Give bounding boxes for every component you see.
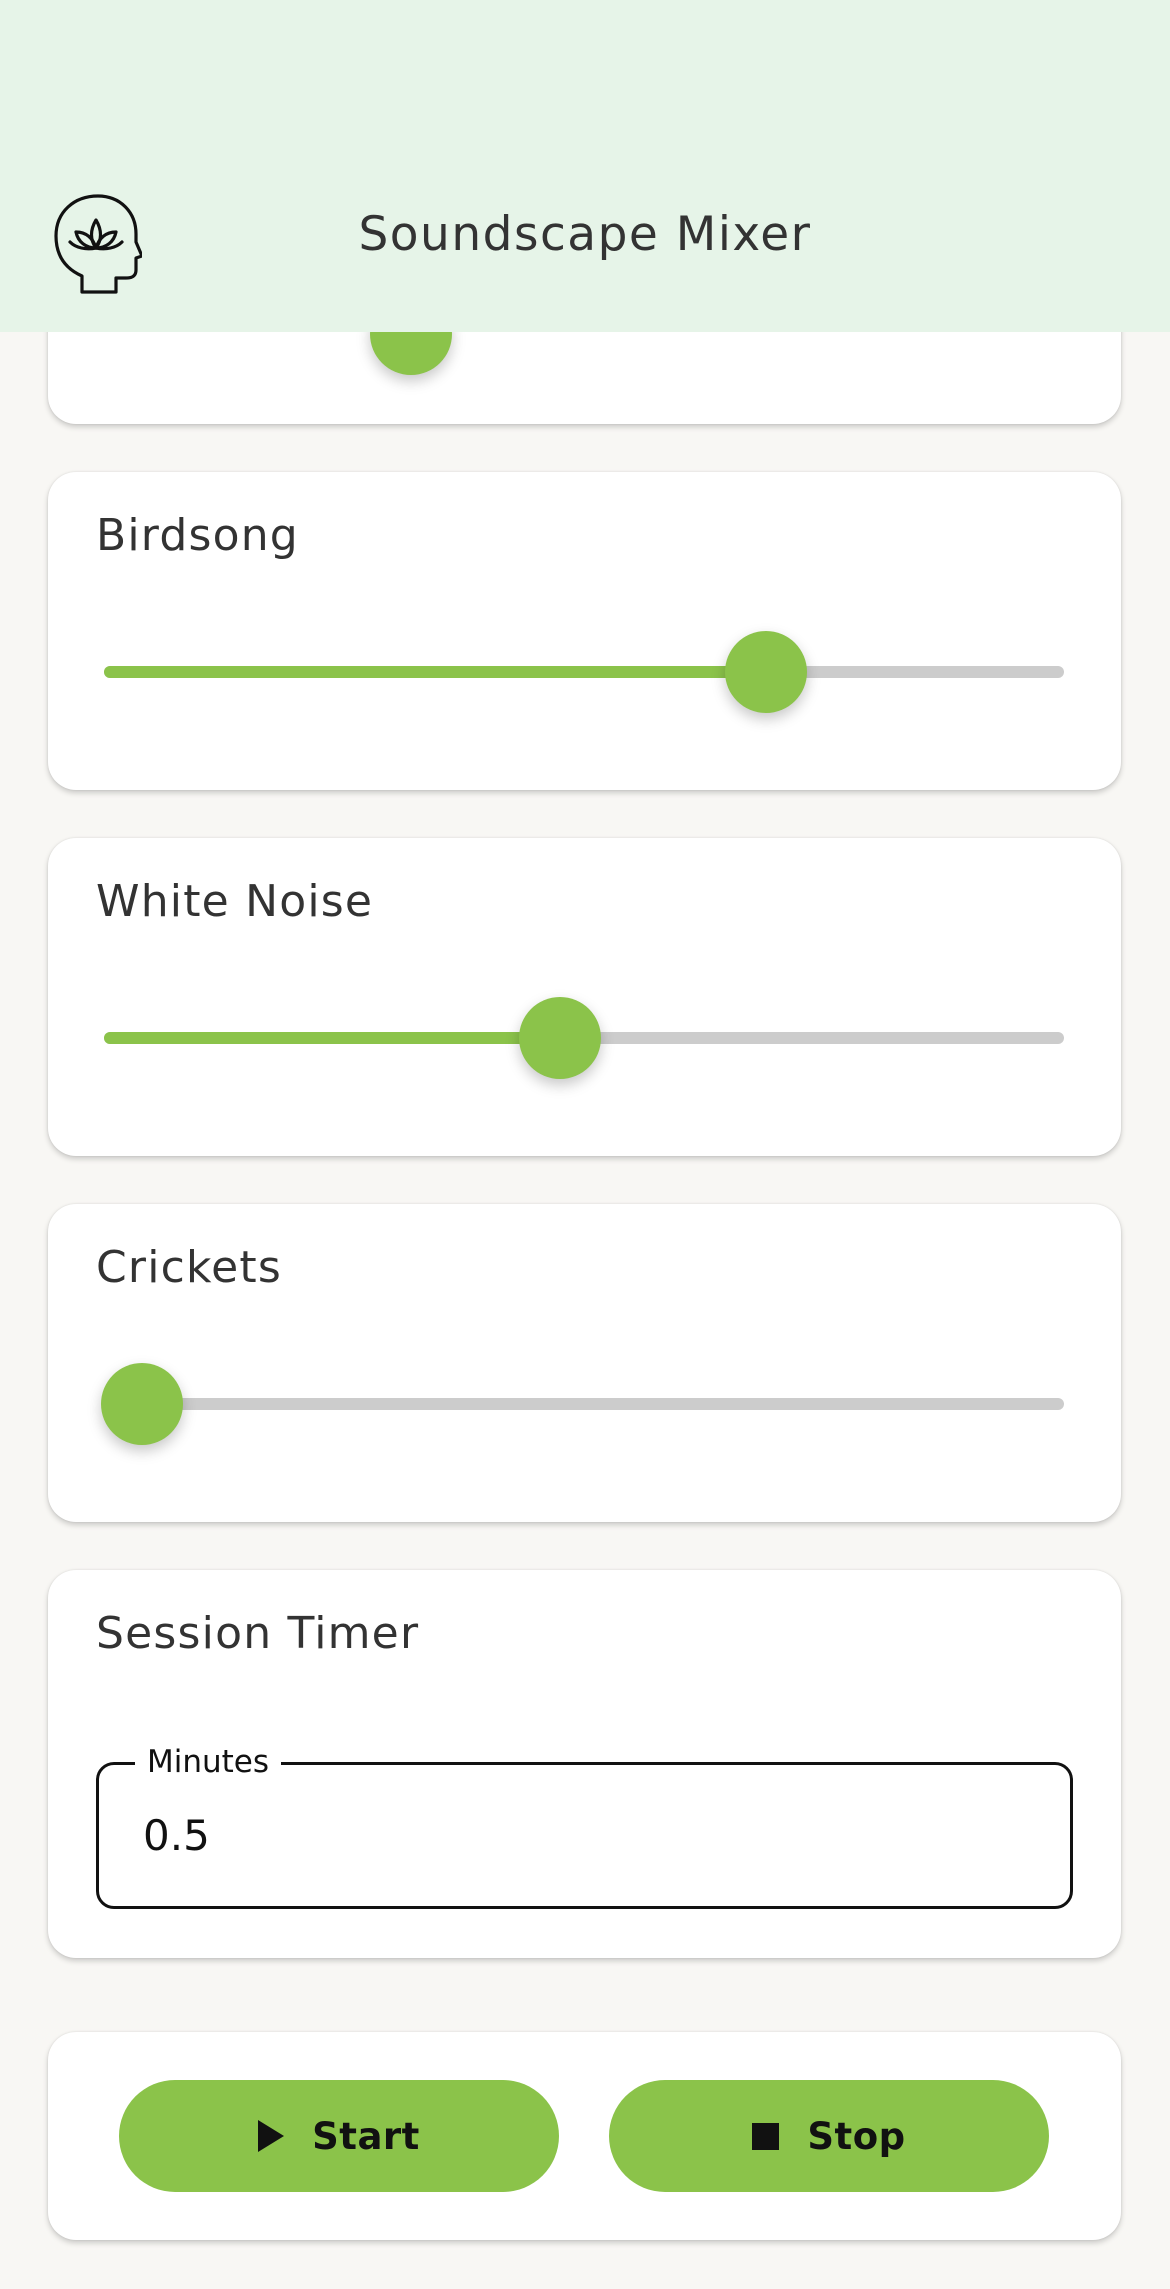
sound-card-birdsong: Birdsong [48, 472, 1121, 790]
minutes-field-label: Minutes [135, 1742, 282, 1782]
controls-card: Start Stop [48, 2032, 1121, 2240]
stop-button-label: Stop [807, 2114, 906, 2158]
sound-label-crickets: Crickets [96, 1242, 282, 1293]
session-timer-title: Session Timer [96, 1608, 420, 1659]
play-icon [258, 2120, 285, 2152]
sound-card-crickets: Crickets [48, 1204, 1121, 1522]
slider-fill [104, 666, 767, 678]
slider-fill [104, 1032, 560, 1044]
slider-thumb[interactable] [101, 1363, 184, 1445]
minutes-input[interactable] [143, 1805, 1023, 1865]
volume-slider-white-noise[interactable] [104, 993, 1064, 1083]
start-button[interactable]: Start [119, 2080, 559, 2192]
app-header: Soundscape Mixer [0, 0, 1170, 332]
volume-slider-birdsong[interactable] [104, 627, 1064, 717]
stop-button[interactable]: Stop [609, 2080, 1049, 2192]
session-timer-card: Session Timer Minutes [48, 1570, 1121, 1958]
slider-thumb[interactable] [519, 997, 601, 1079]
minutes-field[interactable]: Minutes [96, 1742, 1073, 1909]
stop-icon [752, 2122, 780, 2150]
start-button-label: Start [312, 2114, 420, 2158]
slider-thumb[interactable] [725, 631, 808, 713]
volume-slider-crickets[interactable] [101, 1359, 1064, 1449]
sound-label-white-noise: White Noise [96, 876, 374, 927]
slider-track [104, 1398, 1064, 1410]
sound-card-white-noise: White Noise [48, 838, 1121, 1156]
app-title: Soundscape Mixer [358, 207, 812, 262]
sound-label-birdsong: Birdsong [96, 510, 299, 561]
